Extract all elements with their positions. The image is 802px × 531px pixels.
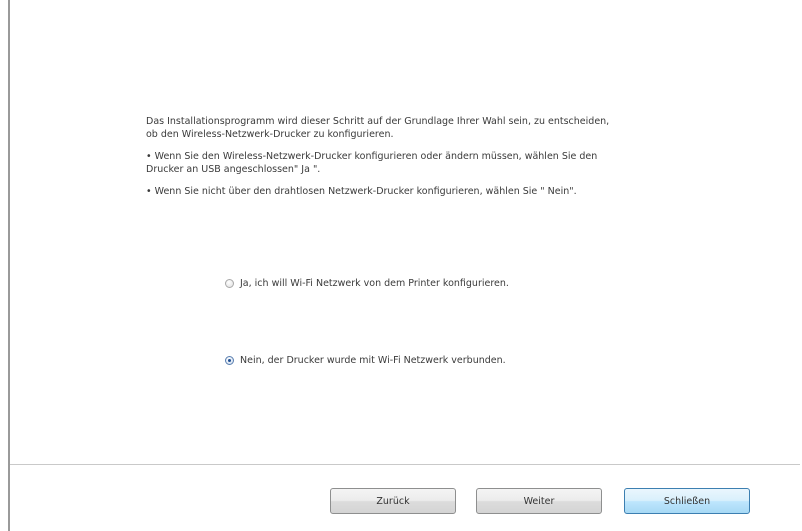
installer-window: Das Installationsprogramm wird dieser Sc… <box>0 0 802 531</box>
dialog-content: Das Installationsprogramm wird dieser Sc… <box>146 115 616 207</box>
bullet-configure-no: • Wenn Sie nicht über den drahtlosen Net… <box>146 186 577 197</box>
window-left-border <box>8 0 10 531</box>
option-no-label[interactable]: Nein, der Drucker wurde mit Wi-Fi Netzwe… <box>240 355 506 366</box>
back-button[interactable]: Zurück <box>330 488 456 514</box>
option-yes-label[interactable]: Ja, ich will Wi-Fi Netzwerk von dem Prin… <box>240 278 509 289</box>
radio-yes[interactable] <box>225 279 234 288</box>
next-button[interactable]: Weiter <box>476 488 602 514</box>
radio-no[interactable] <box>225 356 234 365</box>
footer-separator <box>10 464 800 465</box>
option-no[interactable]: Nein, der Drucker wurde mit Wi-Fi Netzwe… <box>225 355 506 366</box>
bullet-configure-yes: • Wenn Sie den Wireless-Netzwerk-Drucker… <box>146 151 598 175</box>
intro-text: Das Installationsprogramm wird dieser Sc… <box>146 116 610 140</box>
option-yes[interactable]: Ja, ich will Wi-Fi Netzwerk von dem Prin… <box>225 278 509 289</box>
close-button[interactable]: Schließen <box>624 488 750 514</box>
